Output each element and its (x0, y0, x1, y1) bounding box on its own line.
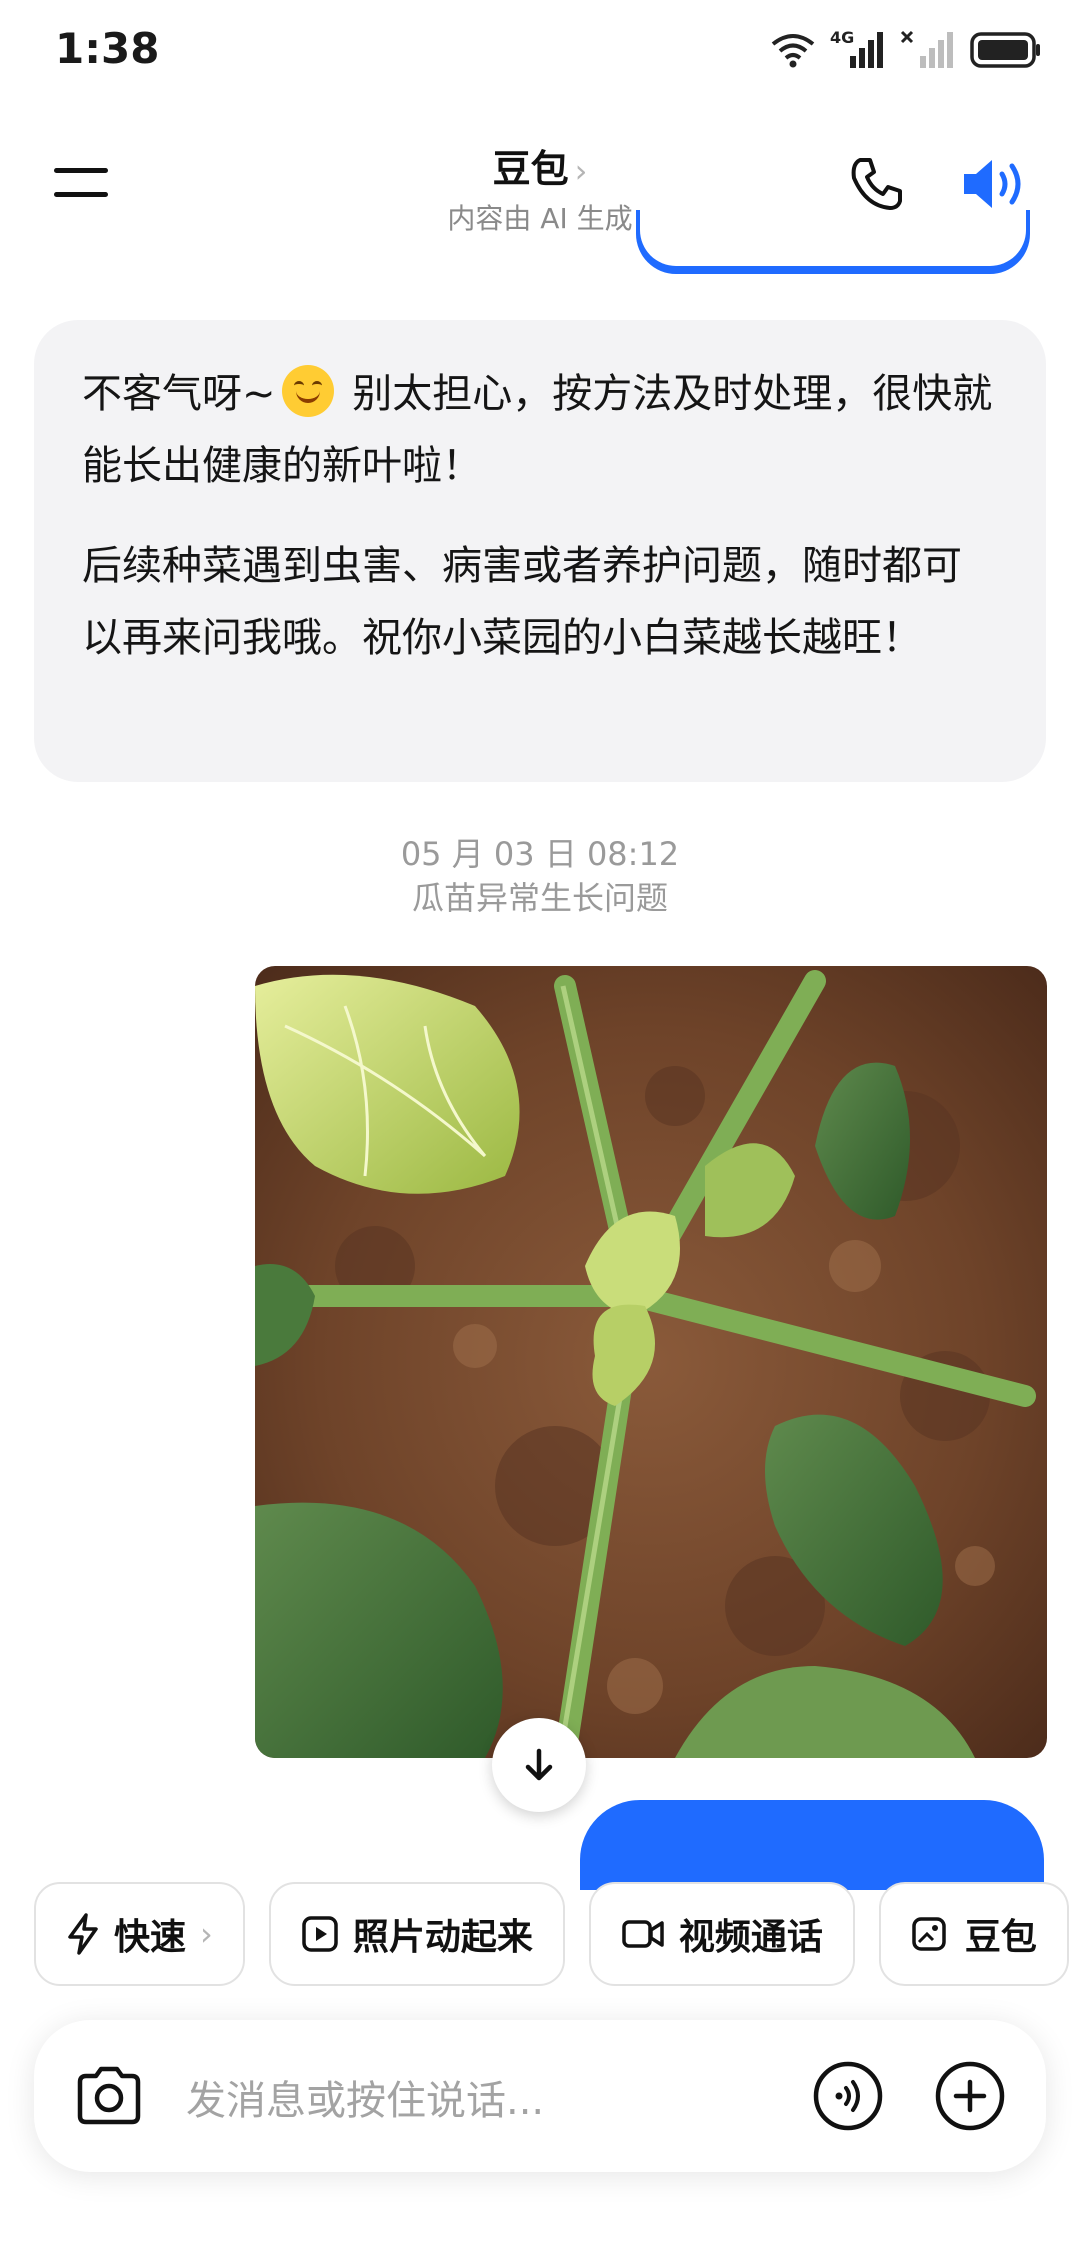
chevron-right-icon: › (200, 1915, 213, 1953)
wifi-icon (771, 34, 815, 68)
menu-icon-line (54, 192, 108, 197)
more-options-button[interactable] (934, 2060, 1006, 2132)
phone-call-button[interactable] (846, 154, 906, 214)
sent-message-bubble-partial (636, 210, 1030, 274)
assistant-message-paragraph-1: 不客气呀~ 别太担心，按方法及时处理，很快就能长出健康的新叶啦！ (82, 358, 998, 502)
message-text: 不客气呀~ (82, 371, 276, 417)
message-input-bar: 发消息或按住说话... (34, 2020, 1046, 2172)
doubao-image-chip[interactable]: 豆包 (878, 1882, 1069, 1986)
video-call-chip[interactable]: 视频通话 (588, 1882, 855, 1986)
cellular-no-signal-icon (900, 30, 953, 68)
status-icons: 4G (770, 28, 1042, 72)
lightning-icon (68, 1913, 98, 1955)
status-bar: 1:38 4G (0, 0, 1080, 100)
assistant-message-bubble[interactable]: 不客气呀~ 别太担心，按方法及时处理，很快就能长出健康的新叶啦！ 后续种菜遇到虫… (34, 320, 1046, 782)
image-edit-icon (912, 1917, 946, 1951)
play-square-icon (302, 1916, 338, 1952)
scroll-to-bottom-button[interactable] (492, 1718, 586, 1812)
voice-input-button[interactable] (812, 2060, 884, 2132)
speaker-icon (964, 160, 1021, 208)
animate-photo-chip[interactable]: 照片动起来 (268, 1882, 565, 1986)
sent-photo[interactable] (255, 966, 1047, 1758)
battery-icon (970, 32, 1040, 68)
chat-title: 豆包 (492, 147, 569, 191)
chip-label: 快速 (114, 1917, 187, 1958)
assistant-message-paragraph-2: 后续种菜遇到虫害、病害或者养护问题，随时都可以再来问我哦。祝你小菜园的小白菜越长… (82, 543, 962, 661)
voice-wave-icon (813, 2061, 883, 2131)
conversation-timestamp: 05 月 03 日 08:12 瓜苗异常生长问题 (0, 832, 1080, 920)
camera-icon (77, 2066, 141, 2125)
plus-circle-icon (935, 2061, 1005, 2131)
sent-message-bubble-partial-bottom (580, 1800, 1044, 1890)
video-camera-icon (622, 1920, 664, 1948)
timestamp-text: 05 月 03 日 08:12 (400, 835, 680, 873)
chevron-right-icon: › (574, 152, 588, 190)
status-time: 1:38 (55, 24, 160, 73)
phone-icon (851, 158, 902, 210)
cellular-signal-icon: 4G (830, 28, 886, 70)
chip-label: 照片动起来 (352, 1917, 533, 1958)
chip-label: 视频通话 (678, 1917, 823, 1958)
conversation-topic: 瓜苗异常生长问题 (411, 879, 668, 917)
arrow-down-icon (525, 1748, 553, 1781)
quick-mode-chip[interactable]: 快速 › (34, 1882, 245, 1986)
smiling-face-emoji-icon (281, 365, 334, 417)
message-input[interactable]: 发消息或按住说话... (186, 2068, 544, 2126)
menu-button[interactable] (52, 162, 112, 202)
quick-actions-row: 快速 › 照片动起来 视频通话 豆包 (34, 1882, 1069, 1986)
plant-photo-image (255, 966, 1047, 1758)
menu-icon (54, 168, 108, 173)
speaker-button[interactable] (960, 154, 1032, 214)
chip-label: 豆包 (964, 1917, 1037, 1958)
camera-button[interactable] (74, 2064, 144, 2128)
